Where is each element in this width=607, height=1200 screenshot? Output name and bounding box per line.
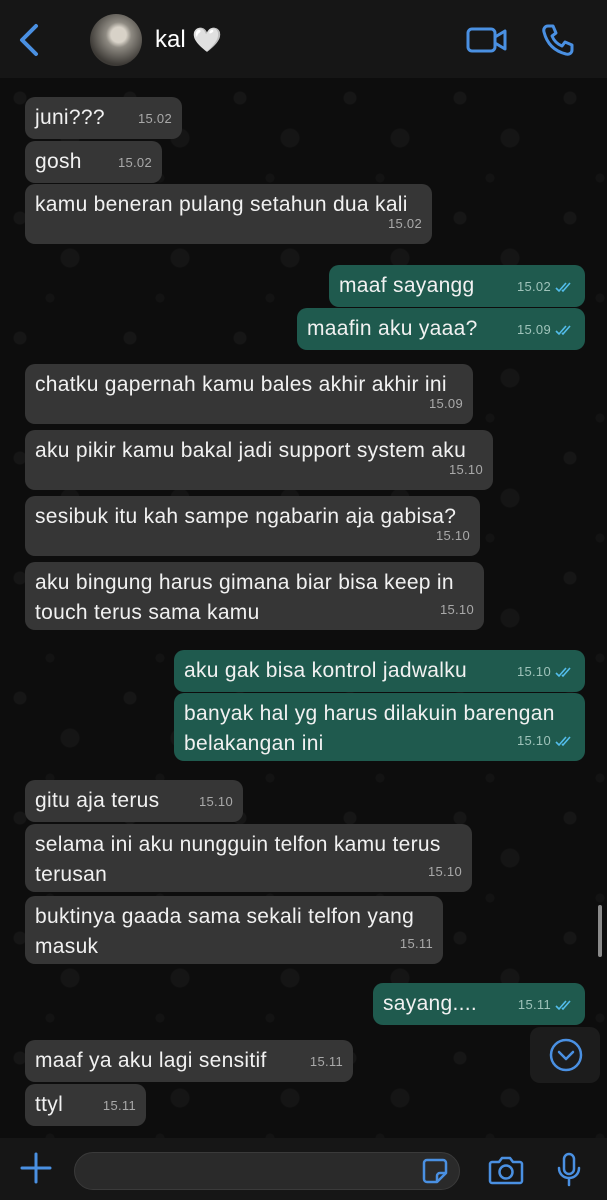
message-input[interactable] bbox=[74, 1152, 460, 1190]
camera-button[interactable] bbox=[488, 1154, 524, 1186]
double-check-icon bbox=[555, 1000, 571, 1011]
back-button[interactable] bbox=[14, 20, 50, 60]
message-bubble[interactable]: gosh 15.02 bbox=[25, 141, 162, 183]
message-time: 15.11 bbox=[102, 1098, 136, 1113]
sticker-button[interactable] bbox=[422, 1158, 448, 1184]
message-time: 15.02 bbox=[137, 111, 172, 126]
double-check-icon bbox=[555, 667, 571, 678]
message-bubble[interactable]: maaf ya aku lagi sensitif 15.11 bbox=[25, 1040, 353, 1082]
message-time: 15.10 bbox=[198, 794, 233, 809]
message-time: 15.02 bbox=[517, 272, 575, 302]
message-text: maaf ya aku lagi sensitif bbox=[35, 1049, 267, 1072]
message-time: 15.11 bbox=[518, 990, 575, 1020]
chat-area[interactable]: juni??? 15.02 gosh 15.02 kamu beneran pu… bbox=[0, 78, 607, 1138]
chat-header: kal 🤍 bbox=[0, 0, 607, 78]
message-input-bar bbox=[0, 1138, 607, 1200]
microphone-icon bbox=[557, 1152, 581, 1187]
phone-icon bbox=[542, 24, 574, 56]
message-time: 15.10 bbox=[427, 864, 462, 879]
double-check-icon bbox=[555, 736, 571, 747]
message-text: aku bingung harus gimana biar bisa keep … bbox=[35, 571, 454, 624]
message-bubble[interactable]: ttyl 15.11 bbox=[25, 1084, 146, 1126]
message-bubble[interactable]: aku gak bisa kontrol jadwalku 15.10 bbox=[174, 650, 585, 692]
message-bubble[interactable]: sayang.... 15.11 bbox=[373, 983, 585, 1025]
message-bubble[interactable]: sesibuk itu kah sampe ngabarin aja gabis… bbox=[25, 496, 480, 556]
video-camera-icon bbox=[466, 27, 507, 53]
chevron-down-icon bbox=[549, 1038, 583, 1072]
message-time: 15.09 bbox=[517, 315, 575, 345]
voice-call-button[interactable] bbox=[540, 22, 576, 58]
message-bubble[interactable]: selama ini aku nungguin telfon kamu teru… bbox=[25, 824, 472, 892]
message-bubble[interactable]: maafin aku yaaa? 15.09 bbox=[297, 308, 585, 350]
microphone-button[interactable] bbox=[556, 1152, 582, 1188]
message-time: 15.02 bbox=[117, 155, 152, 170]
sticker-icon bbox=[422, 1158, 448, 1184]
message-bubble[interactable]: maaf sayangg 15.02 bbox=[329, 265, 585, 307]
scroll-to-bottom-button[interactable] bbox=[530, 1027, 600, 1083]
message-time: 15.10 bbox=[448, 462, 483, 477]
message-text: sesibuk itu kah sampe ngabarin aja gabis… bbox=[35, 505, 457, 528]
message-bubble[interactable]: kamu beneran pulang setahun dua kali 15.… bbox=[25, 184, 432, 244]
scroll-indicator[interactable] bbox=[598, 905, 602, 957]
plus-icon bbox=[20, 1152, 52, 1184]
message-time: 15.10 bbox=[517, 726, 575, 756]
message-time: 15.09 bbox=[428, 396, 463, 411]
chevron-left-icon bbox=[20, 24, 38, 56]
message-time: 15.11 bbox=[399, 936, 433, 951]
camera-icon bbox=[488, 1156, 524, 1185]
message-time: 15.11 bbox=[309, 1054, 343, 1069]
avatar[interactable] bbox=[90, 14, 142, 66]
message-bubble[interactable]: aku pikir kamu bakal jadi support system… bbox=[25, 430, 493, 490]
message-text: buktinya gaada sama sekali telfon yang m… bbox=[35, 905, 415, 958]
message-text: aku pikir kamu bakal jadi support system… bbox=[35, 439, 467, 462]
message-bubble[interactable]: juni??? 15.02 bbox=[25, 97, 182, 139]
message-time: 15.10 bbox=[517, 657, 575, 687]
message-bubble[interactable]: aku bingung harus gimana biar bisa keep … bbox=[25, 562, 484, 630]
double-check-icon bbox=[555, 325, 571, 336]
message-time: 15.10 bbox=[439, 602, 474, 617]
message-text: chatku gapernah kamu bales akhir akhir i… bbox=[35, 373, 447, 396]
message-bubble[interactable]: banyak hal yg harus dilakuin barengan be… bbox=[174, 693, 585, 761]
attach-button[interactable] bbox=[18, 1150, 54, 1186]
message-text: kamu beneran pulang setahun dua kali bbox=[35, 193, 408, 216]
message-bubble[interactable]: chatku gapernah kamu bales akhir akhir i… bbox=[25, 364, 473, 424]
heart-emoji: 🤍 bbox=[192, 27, 222, 54]
message-time: 15.10 bbox=[435, 528, 470, 543]
message-text: selama ini aku nungguin telfon kamu teru… bbox=[35, 833, 441, 886]
message-bubble[interactable]: buktinya gaada sama sekali telfon yang m… bbox=[25, 896, 443, 964]
video-call-button[interactable] bbox=[466, 24, 508, 56]
double-check-icon bbox=[555, 282, 571, 293]
message-bubble[interactable]: gitu aja terus 15.10 bbox=[25, 780, 243, 822]
message-time: 15.02 bbox=[387, 216, 422, 231]
contact-name[interactable]: kal bbox=[155, 26, 186, 54]
